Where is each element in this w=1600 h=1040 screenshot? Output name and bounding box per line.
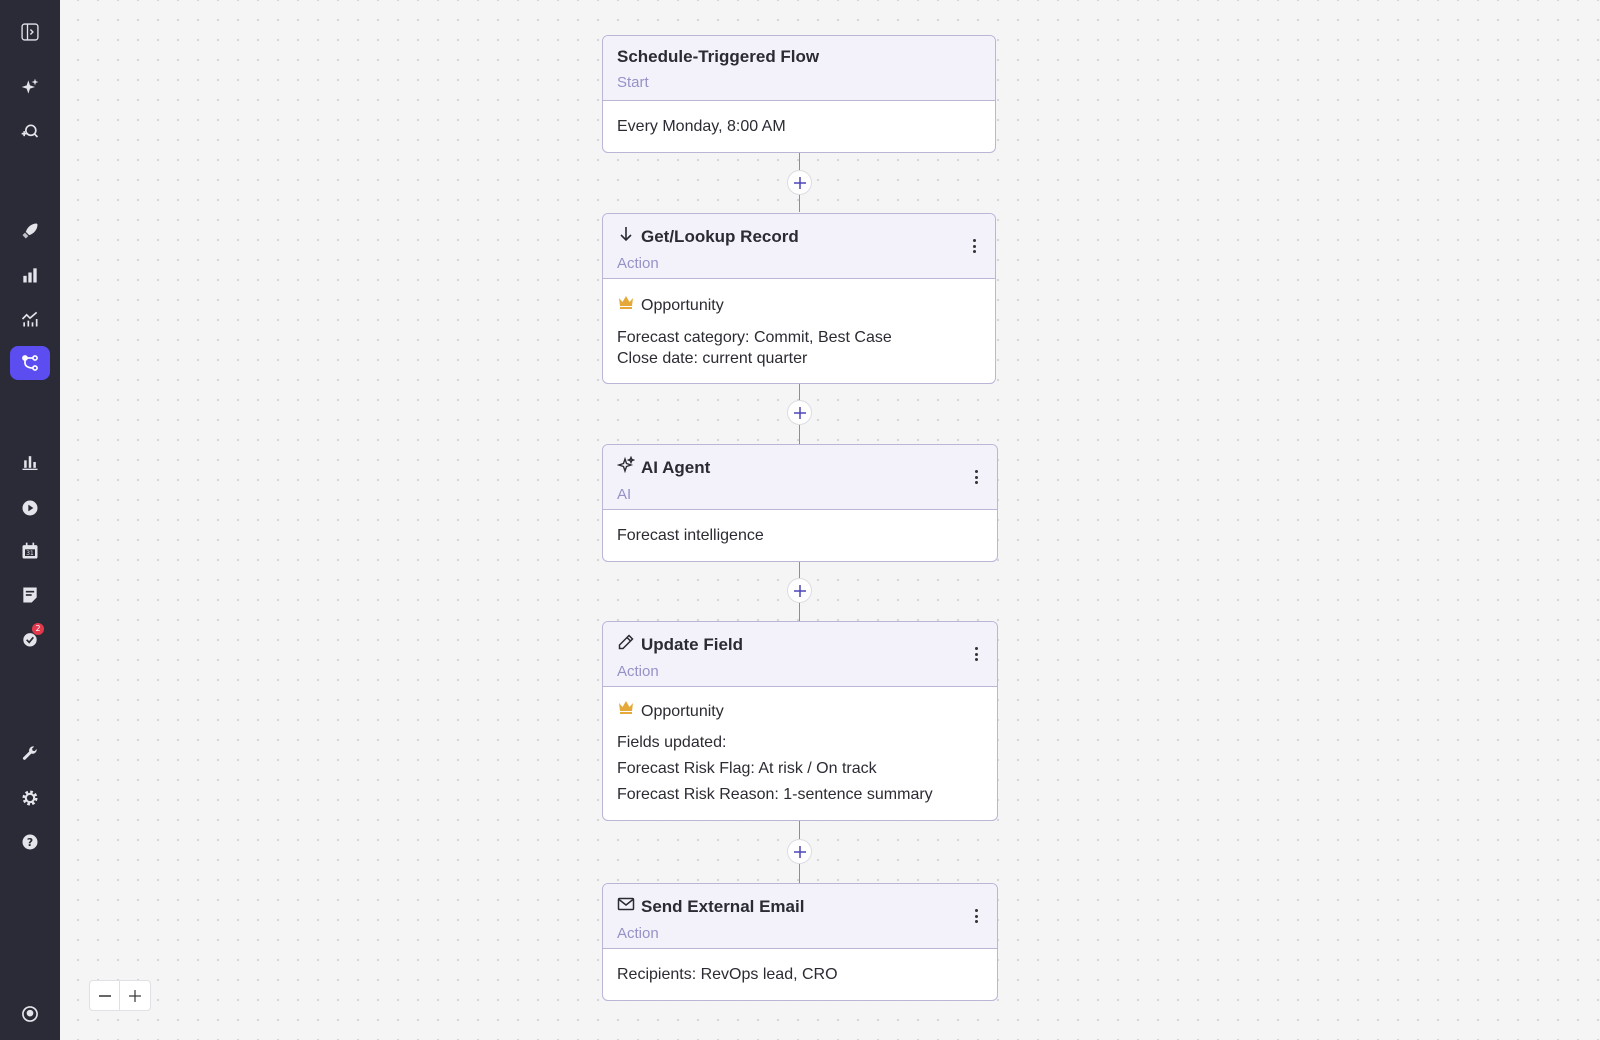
email-recipients: Recipients: RevOps lead, CRO: [617, 966, 838, 983]
more-options-icon[interactable]: [971, 467, 981, 487]
node-subtitle: Action: [617, 925, 659, 942]
mail-icon: [617, 895, 635, 918]
flow-node-send-email[interactable]: Send External Email Action Recipients: R…: [602, 883, 998, 1001]
field-line: Forecast Risk Reason: 1-sentence summary: [617, 786, 933, 803]
more-options-icon[interactable]: [971, 906, 981, 926]
schedule-text: Every Monday, 8:00 AM: [617, 118, 786, 135]
node-header: Update Field Action: [603, 622, 997, 687]
node-body: Forecast intelligence: [603, 510, 997, 561]
add-step-button[interactable]: [787, 170, 812, 195]
node-body: Recipients: RevOps lead, CRO: [603, 949, 997, 1000]
node-title: Schedule-Triggered Flow: [617, 47, 820, 66]
more-options-icon[interactable]: [969, 236, 979, 256]
node-header: AI Agent AI: [603, 445, 997, 510]
node-subtitle: Start: [617, 74, 649, 91]
flow-canvas[interactable]: Schedule-Triggered Flow Start Every Mond…: [60, 0, 1600, 1040]
flow-node-ai-agent[interactable]: AI Agent AI Forecast intelligence: [602, 444, 998, 562]
add-step-button[interactable]: [787, 578, 812, 603]
zoom-out-button[interactable]: [90, 981, 121, 1010]
zoom-in-button[interactable]: [120, 981, 150, 1010]
node-title: Send External Email: [641, 896, 805, 916]
node-subtitle: AI: [617, 486, 632, 503]
node-body: Every Monday, 8:00 AM: [603, 101, 995, 152]
object-name: Opportunity: [641, 702, 724, 720]
pencil-icon: [617, 633, 635, 656]
node-subtitle: Action: [617, 255, 659, 272]
crown-icon: [617, 698, 635, 725]
node-title: Update Field: [641, 634, 744, 654]
node-subtitle: Action: [617, 663, 659, 680]
filter-line: Forecast category: Commit, Best Case: [617, 329, 892, 346]
add-step-button[interactable]: [787, 839, 812, 864]
add-step-button[interactable]: [787, 400, 812, 425]
node-body: Opportunity Fields updated: Forecast Ris…: [603, 687, 997, 820]
zoom-controls: [89, 980, 151, 1011]
node-header: Get/Lookup Record Action: [603, 214, 995, 279]
agent-description: Forecast intelligence: [617, 527, 764, 544]
field-line: Forecast Risk Flag: At risk / On track: [617, 760, 877, 777]
more-options-icon[interactable]: [971, 644, 981, 664]
node-header: Send External Email Action: [603, 884, 997, 949]
flow-node-lookup[interactable]: Get/Lookup Record Action Opportunity For…: [602, 213, 996, 384]
filter-line: Close date: current quarter: [617, 350, 808, 367]
object-name: Opportunity: [641, 296, 724, 314]
node-header: Schedule-Triggered Flow Start: [603, 36, 995, 101]
flow-node-update-field[interactable]: Update Field Action Opportunity Fields u…: [602, 621, 998, 821]
arrow-down-icon: [617, 225, 635, 248]
sparkle-icon: [616, 455, 636, 479]
crown-icon: [617, 293, 635, 317]
field-line: Fields updated:: [617, 734, 727, 751]
flow-node-start[interactable]: Schedule-Triggered Flow Start Every Mond…: [602, 35, 996, 153]
node-body: Opportunity Forecast category: Commit, B…: [603, 279, 995, 383]
node-title: AI Agent: [641, 457, 711, 477]
node-title: Get/Lookup Record: [641, 226, 799, 246]
